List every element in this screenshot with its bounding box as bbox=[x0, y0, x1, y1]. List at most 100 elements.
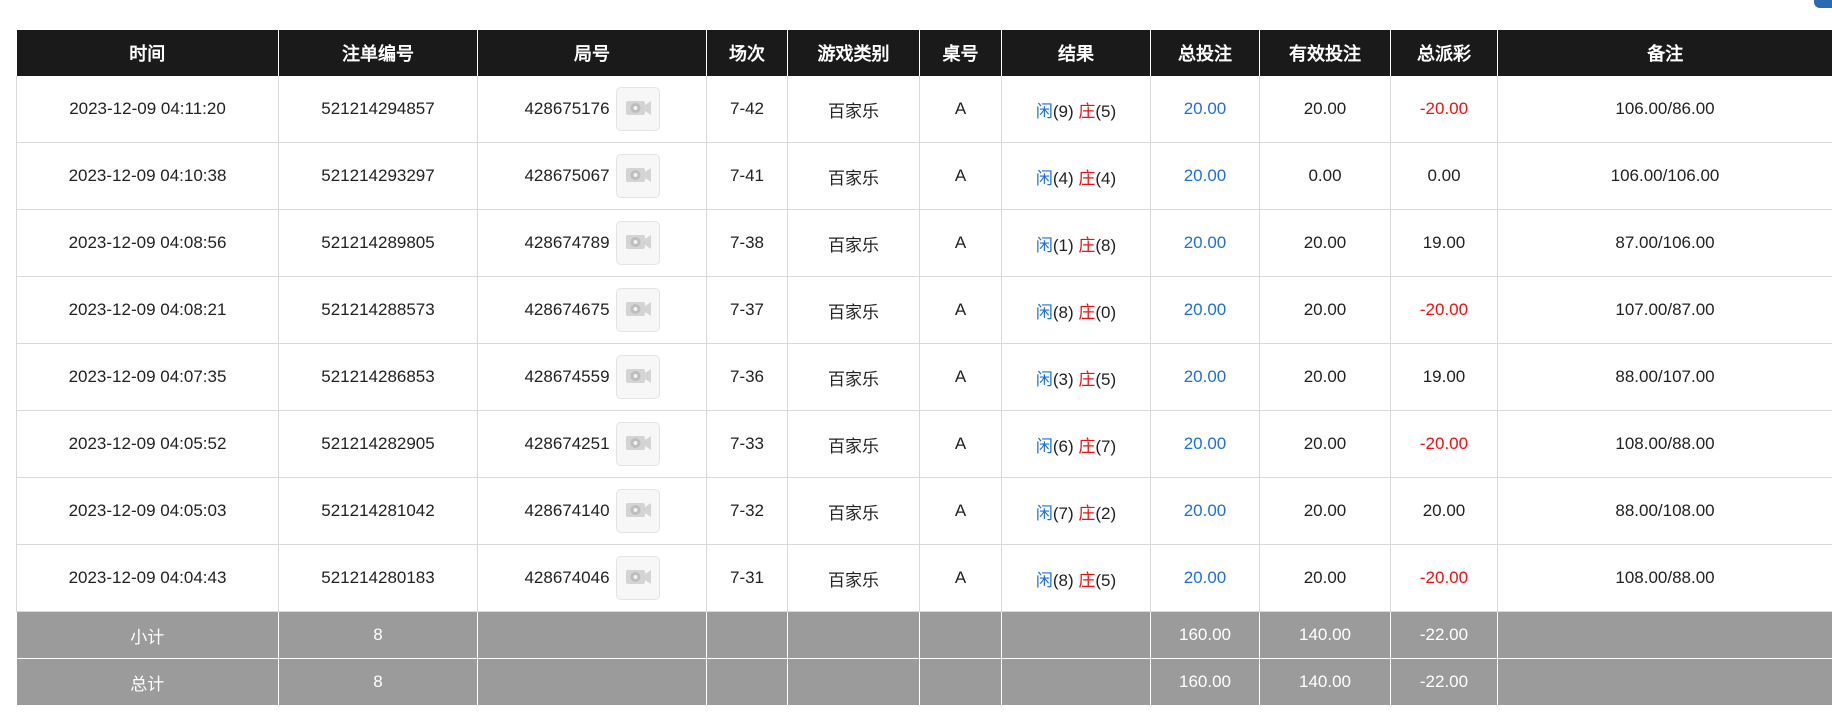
result-banker-label: 庄 bbox=[1078, 101, 1096, 121]
result-banker-label: 庄 bbox=[1078, 235, 1096, 255]
row-game-type: 百家乐 bbox=[787, 544, 920, 612]
header-result: 结果 bbox=[1001, 30, 1151, 76]
table-row: 2023-12-09 04:08:21 521214288573 428674675… bbox=[16, 276, 1832, 344]
row-valid-bet: 20.00 bbox=[1259, 544, 1391, 612]
row-payout: -20.00 bbox=[1390, 410, 1498, 478]
result-player-label: 闲 bbox=[1035, 369, 1053, 389]
table-row: 2023-12-09 04:11:20 521214294857 428675176… bbox=[16, 76, 1832, 143]
video-replay-icon[interactable] bbox=[615, 422, 660, 466]
table-row: 2023-12-09 04:07:35 521214286853 428674559… bbox=[16, 343, 1832, 411]
row-round-id: 428674251 bbox=[524, 434, 610, 453]
row-result: 闲(3) 庄(5) bbox=[1001, 343, 1151, 411]
row-note: 88.00/108.00 bbox=[1497, 477, 1832, 545]
result-banker-score: (2) bbox=[1095, 503, 1117, 523]
header-session: 场次 bbox=[706, 30, 788, 76]
table-row: 2023-12-09 04:08:56 521214289805 428674789… bbox=[16, 209, 1832, 277]
row-time: 2023-12-09 04:10:38 bbox=[16, 142, 279, 210]
row-payout: 19.00 bbox=[1390, 209, 1498, 277]
result-banker-score: (5) bbox=[1095, 369, 1117, 389]
video-replay-icon[interactable] bbox=[615, 556, 660, 600]
corner-tab[interactable] bbox=[1814, 0, 1832, 8]
result-banker-score: (5) bbox=[1095, 101, 1117, 121]
result-banker-label: 庄 bbox=[1078, 503, 1096, 523]
video-replay-icon[interactable] bbox=[615, 87, 660, 131]
grandtotal-valid-bet: 140.00 bbox=[1259, 658, 1391, 706]
header-payout: 总派彩 bbox=[1390, 30, 1498, 76]
row-bet-id: 521214286853 bbox=[278, 343, 478, 411]
row-game-type: 百家乐 bbox=[787, 477, 920, 545]
result-player-label: 闲 bbox=[1035, 101, 1053, 121]
subtotal-total-bet: 160.00 bbox=[1150, 611, 1260, 659]
video-replay-icon[interactable] bbox=[615, 355, 660, 399]
row-valid-bet: 20.00 bbox=[1259, 209, 1391, 277]
table-row: 2023-12-09 04:05:03 521214281042 428674140… bbox=[16, 477, 1832, 545]
header-time: 时间 bbox=[16, 30, 279, 76]
header-game-type: 游戏类别 bbox=[787, 30, 920, 76]
video-replay-icon[interactable] bbox=[615, 154, 660, 198]
video-replay-icon[interactable] bbox=[615, 489, 660, 533]
row-time: 2023-12-09 04:08:56 bbox=[16, 209, 279, 277]
row-table-no: A bbox=[919, 276, 1002, 344]
result-player-label: 闲 bbox=[1035, 302, 1053, 322]
grandtotal-row: 总计 8 160.00 140.00 -22.00 bbox=[16, 658, 1832, 706]
row-bet-id: 521214294857 bbox=[278, 76, 478, 143]
result-player-label: 闲 bbox=[1035, 570, 1053, 590]
row-session: 7-42 bbox=[706, 76, 788, 143]
header-table-no: 桌号 bbox=[919, 30, 1002, 76]
row-note: 87.00/106.00 bbox=[1497, 209, 1832, 277]
row-session: 7-31 bbox=[706, 544, 788, 612]
video-replay-icon[interactable] bbox=[615, 221, 660, 265]
row-payout: -20.00 bbox=[1390, 544, 1498, 612]
row-game-type: 百家乐 bbox=[787, 209, 920, 277]
subtotal-row: 小计 8 160.00 140.00 -22.00 bbox=[16, 611, 1832, 659]
row-table-no: A bbox=[919, 544, 1002, 612]
row-session: 7-37 bbox=[706, 276, 788, 344]
result-player-score: (4) bbox=[1052, 168, 1074, 188]
row-time: 2023-12-09 04:04:43 bbox=[16, 544, 279, 612]
row-game-type: 百家乐 bbox=[787, 76, 920, 143]
header-total-bet: 总投注 bbox=[1150, 30, 1260, 76]
row-valid-bet: 0.00 bbox=[1259, 142, 1391, 210]
bet-records-table: 时间 注单编号 局号 场次 游戏类别 桌号 结果 总投注 有效投注 总派彩 备注… bbox=[16, 30, 1832, 706]
row-valid-bet: 20.00 bbox=[1259, 76, 1391, 143]
row-time: 2023-12-09 04:05:52 bbox=[16, 410, 279, 478]
row-payout: -20.00 bbox=[1390, 76, 1498, 143]
row-total-bet: 20.00 bbox=[1150, 76, 1260, 143]
row-result: 闲(4) 庄(4) bbox=[1001, 142, 1151, 210]
row-valid-bet: 20.00 bbox=[1259, 343, 1391, 411]
row-total-bet: 20.00 bbox=[1150, 343, 1260, 411]
row-table-no: A bbox=[919, 76, 1002, 143]
row-payout: 19.00 bbox=[1390, 343, 1498, 411]
row-result: 闲(1) 庄(8) bbox=[1001, 209, 1151, 277]
row-payout: 20.00 bbox=[1390, 477, 1498, 545]
result-player-score: (7) bbox=[1052, 503, 1074, 523]
subtotal-label: 小计 bbox=[16, 611, 279, 659]
table-header-row: 时间 注单编号 局号 场次 游戏类别 桌号 结果 总投注 有效投注 总派彩 备注 bbox=[16, 30, 1832, 76]
row-table-no: A bbox=[919, 343, 1002, 411]
row-payout: 0.00 bbox=[1390, 142, 1498, 210]
table-row: 2023-12-09 04:04:43 521214280183 428674046… bbox=[16, 544, 1832, 612]
row-time: 2023-12-09 04:07:35 bbox=[16, 343, 279, 411]
result-player-label: 闲 bbox=[1035, 436, 1053, 456]
row-total-bet: 20.00 bbox=[1150, 544, 1260, 612]
row-time: 2023-12-09 04:05:03 bbox=[16, 477, 279, 545]
row-session: 7-32 bbox=[706, 477, 788, 545]
row-bet-id: 521214280183 bbox=[278, 544, 478, 612]
row-game-type: 百家乐 bbox=[787, 276, 920, 344]
row-result: 闲(8) 庄(0) bbox=[1001, 276, 1151, 344]
grandtotal-total-bet: 160.00 bbox=[1150, 658, 1260, 706]
row-note: 88.00/107.00 bbox=[1497, 343, 1832, 411]
row-session: 7-38 bbox=[706, 209, 788, 277]
row-time: 2023-12-09 04:11:20 bbox=[16, 76, 279, 143]
row-table-no: A bbox=[919, 142, 1002, 210]
row-valid-bet: 20.00 bbox=[1259, 276, 1391, 344]
video-replay-icon[interactable] bbox=[615, 288, 660, 332]
result-banker-label: 庄 bbox=[1078, 302, 1096, 322]
result-banker-score: (7) bbox=[1095, 436, 1117, 456]
row-time: 2023-12-09 04:08:21 bbox=[16, 276, 279, 344]
row-note: 106.00/86.00 bbox=[1497, 76, 1832, 143]
row-bet-id: 521214293297 bbox=[278, 142, 478, 210]
row-payout: -20.00 bbox=[1390, 276, 1498, 344]
header-valid-bet: 有效投注 bbox=[1259, 30, 1391, 76]
result-banker-label: 庄 bbox=[1078, 369, 1096, 389]
